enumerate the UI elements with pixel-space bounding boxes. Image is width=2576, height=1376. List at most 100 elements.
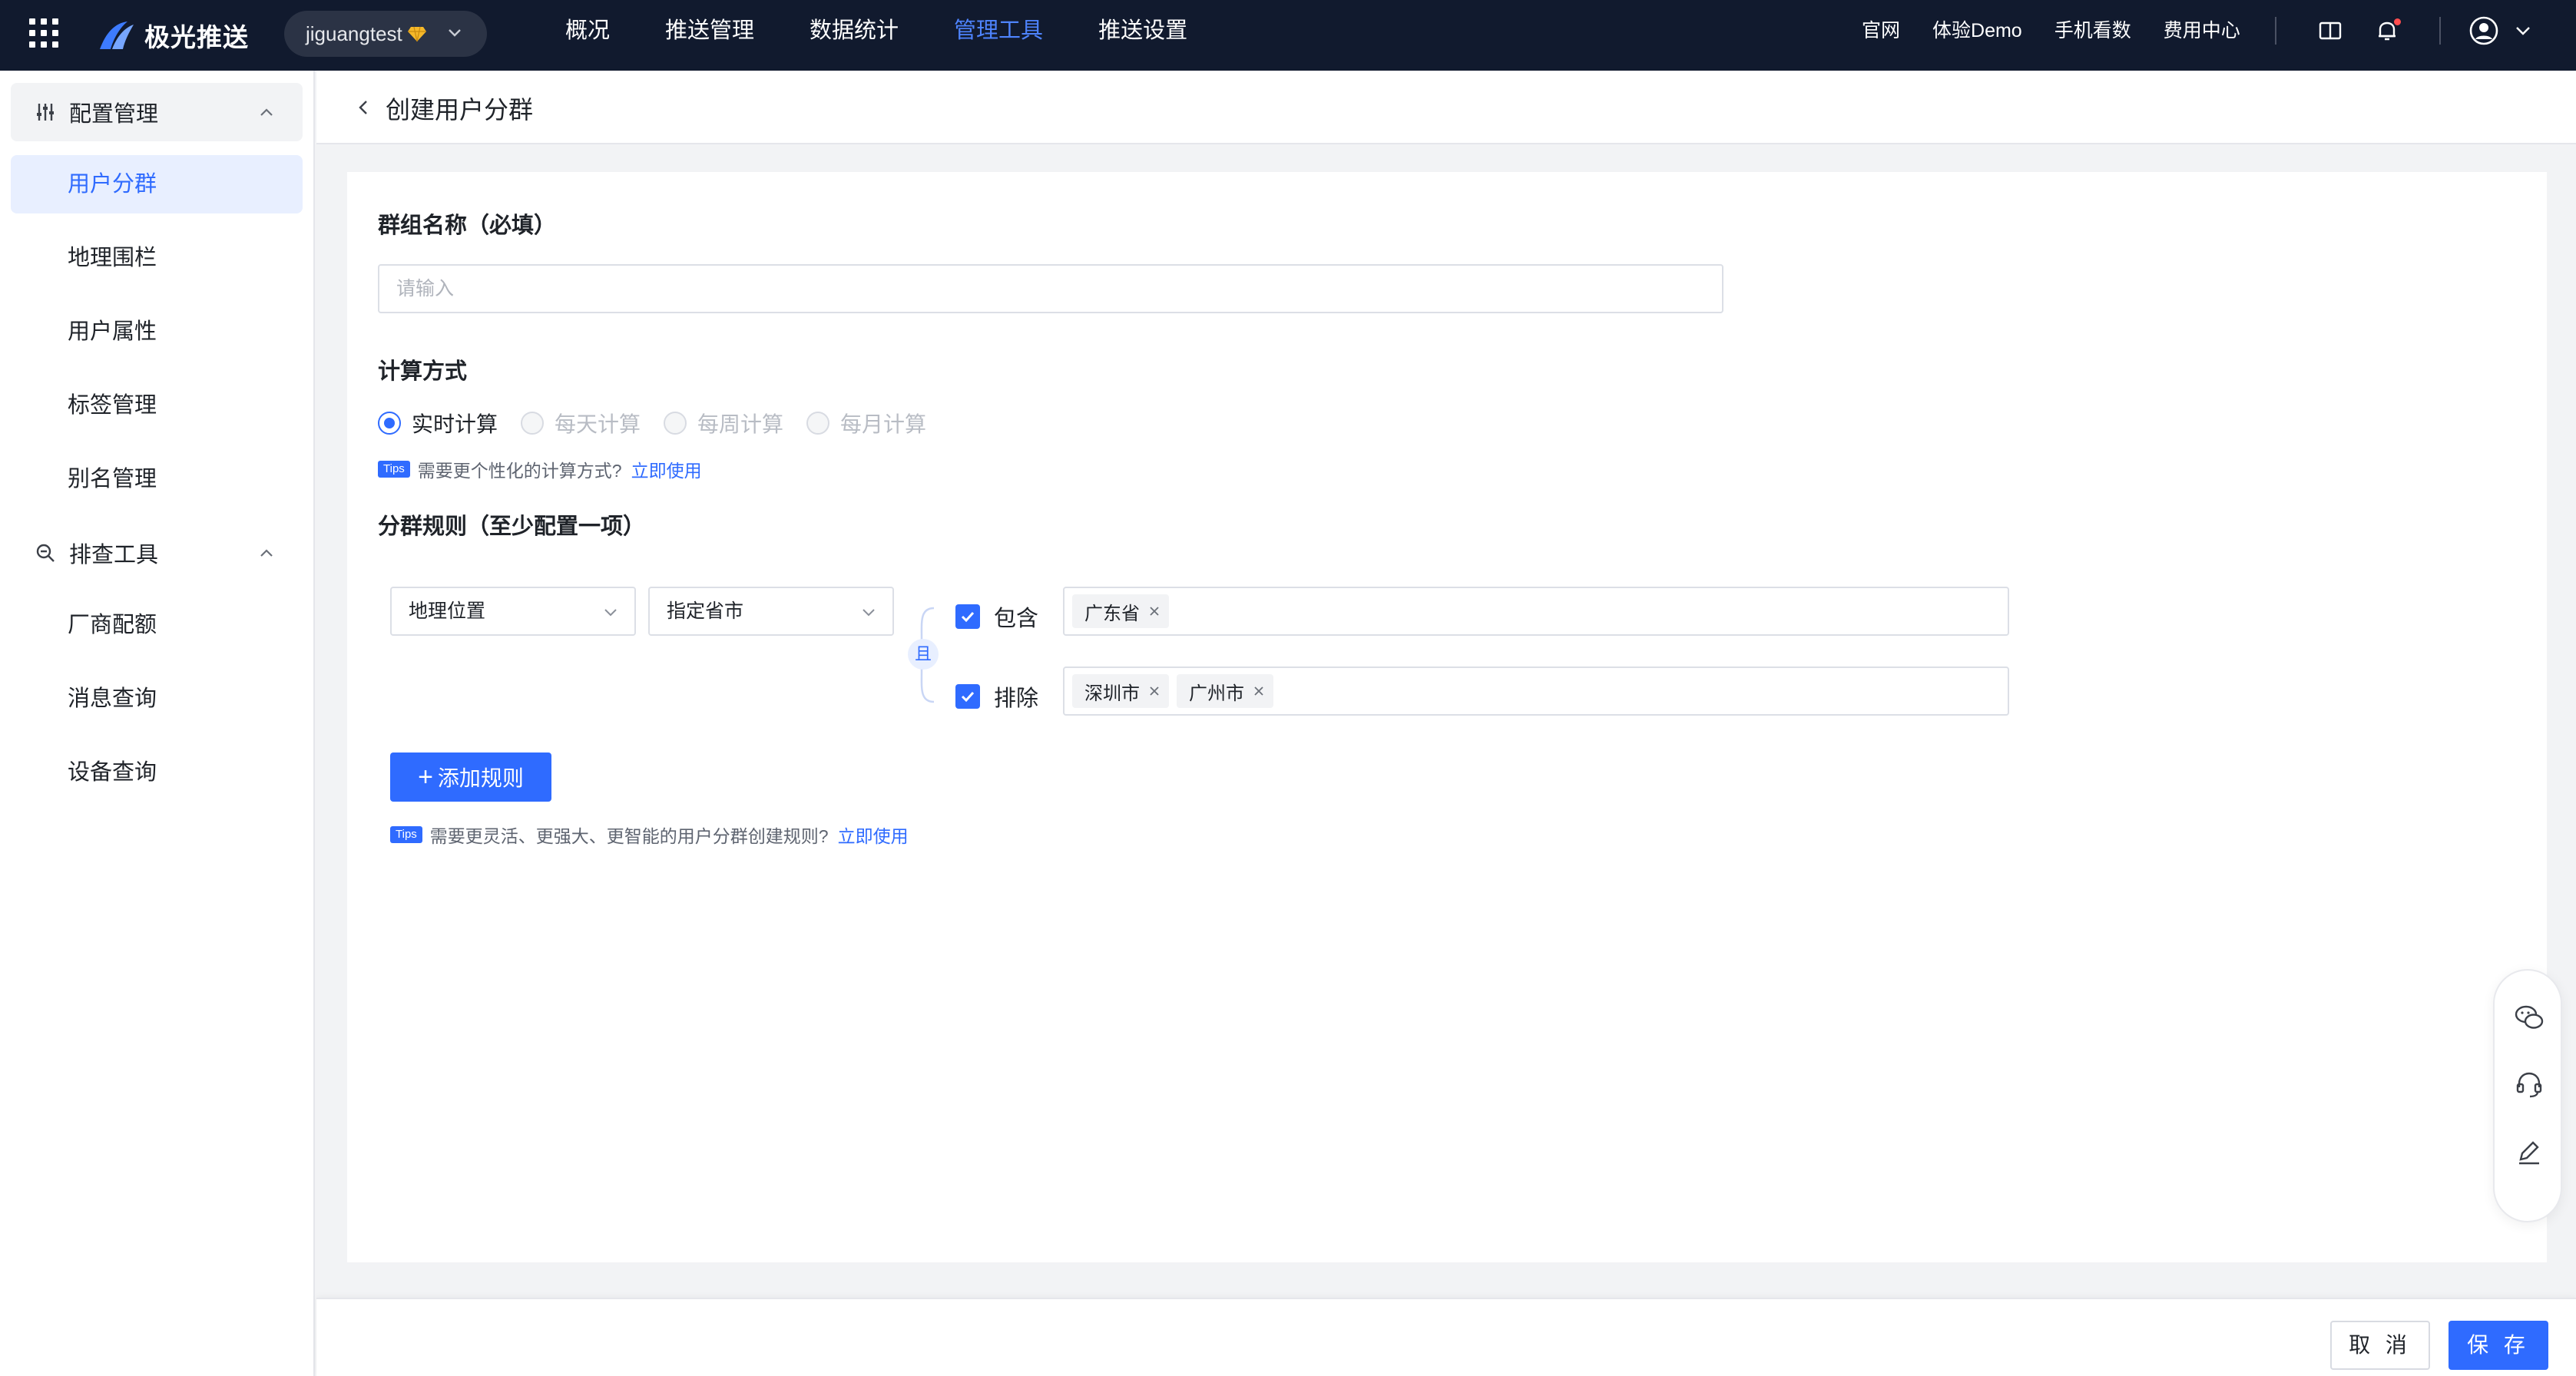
radio-realtime[interactable]: 实时计算 (378, 408, 498, 438)
app-selector[interactable]: jiguangtest (284, 11, 487, 57)
diamond-icon (407, 26, 426, 42)
calc-method-label: 计算方式 (378, 359, 468, 384)
rules-tip-link[interactable]: 立即使用 (838, 822, 909, 848)
plus-icon: + (418, 762, 433, 792)
radio-dot (378, 412, 401, 435)
chevron-down-icon (449, 29, 461, 37)
checkbox-checked (955, 684, 980, 709)
tag-guangdong: 广东省 (1072, 594, 1169, 628)
notification-dot (2394, 18, 2401, 25)
check-icon (961, 611, 975, 623)
radio-dot (806, 412, 830, 435)
nav-push-management[interactable]: 推送管理 (637, 0, 782, 71)
nav-management-tools[interactable]: 管理工具 (926, 0, 1071, 71)
radio-label: 每周计算 (697, 412, 784, 436)
close-icon[interactable] (1147, 684, 1161, 698)
brand-name: 极光推送 (144, 23, 249, 51)
calc-method-radio-group: 实时计算 每天计算 每周计算 每月计算 (378, 406, 949, 440)
sidebar-item-aliases[interactable]: 别名管理 (11, 450, 303, 508)
brand-logo[interactable]: 极光推送 (97, 14, 249, 57)
radio-label: 每月计算 (840, 412, 927, 436)
exclude-tag-input[interactable]: 深圳市 广州市 (1063, 666, 2009, 716)
rule-subfield-value: 指定省市 (667, 600, 744, 622)
exclude-label: 排除 (994, 686, 1039, 711)
group-name-label: 群组名称（必填） (378, 213, 557, 238)
radio-monthly[interactable]: 每月计算 (806, 408, 926, 438)
calc-tip: Tips 需要更个性化的计算方式? 立即使用 (378, 456, 702, 482)
chevron-down-icon (863, 609, 875, 617)
radio-dot (664, 412, 687, 435)
link-mobile-view[interactable]: 手机看数 (2055, 0, 2131, 71)
book-icon[interactable] (2316, 17, 2344, 45)
sidebar-item-user-segments[interactable]: 用户分群 (11, 155, 303, 213)
sidebar-item-user-attributes[interactable]: 用户属性 (11, 303, 303, 361)
checkbox-checked (955, 604, 980, 629)
radio-label: 每天计算 (555, 412, 641, 436)
radio-weekly[interactable]: 每周计算 (664, 408, 783, 438)
sidebar-item-vendor-quota[interactable]: 厂商配额 (11, 596, 303, 654)
and-operator[interactable]: 且 (908, 639, 939, 670)
close-icon[interactable] (1147, 604, 1161, 618)
radio-label: 实时计算 (412, 412, 498, 436)
floating-tools (2493, 969, 2562, 1222)
aurora-logo-icon (100, 22, 134, 49)
add-rule-label: 添加规则 (437, 766, 524, 790)
radio-dot (521, 412, 545, 435)
tips-badge: Tips (390, 826, 422, 843)
rule-field-value: 地理位置 (409, 600, 486, 622)
sidebar: 配置管理 用户分群 地理围栏 用户属性 标签管理 别名管理 排查工具 厂商配额 … (0, 71, 315, 1376)
close-icon[interactable] (1252, 684, 1266, 698)
app-name: jiguangtest (306, 22, 402, 45)
segment-rules-label: 分群规则（至少配置一项） (378, 514, 646, 539)
apps-grid-icon[interactable] (29, 18, 58, 48)
chevron-up-icon (260, 108, 273, 116)
form-card: 群组名称（必填） 计算方式 实时计算 每天计算 每周计算 每月计算 Tips 需… (347, 172, 2547, 1262)
cancel-button[interactable]: 取 消 (2330, 1321, 2430, 1370)
nav-push-settings[interactable]: 推送设置 (1071, 0, 1215, 71)
divider (2275, 17, 2276, 45)
sidebar-item-message-query[interactable]: 消息查询 (11, 670, 303, 728)
sidebar-item-geofence[interactable]: 地理围栏 (11, 229, 303, 287)
search-zoom-icon (36, 544, 55, 562)
group-name-input[interactable] (378, 264, 1723, 313)
calc-tip-link[interactable]: 立即使用 (631, 456, 702, 482)
tag-label: 广东省 (1084, 603, 1140, 624)
edit-feedback-icon[interactable] (2513, 1136, 2545, 1169)
rule-field-select[interactable]: 地理位置 (390, 587, 636, 636)
chevron-down-icon[interactable] (2513, 21, 2533, 41)
radio-daily[interactable]: 每天计算 (521, 408, 641, 438)
main-nav: 概况 推送管理 数据统计 管理工具 推送设置 (538, 0, 1215, 71)
tag-shenzhen: 深圳市 (1072, 674, 1169, 708)
wechat-icon[interactable] (2513, 1001, 2545, 1034)
exclude-checkbox[interactable]: 排除 (955, 680, 1038, 713)
sidebar-item-device-query[interactable]: 设备查询 (11, 743, 303, 802)
tag-guangzhou: 广州市 (1177, 674, 1273, 708)
link-official-site[interactable]: 官网 (1862, 0, 1900, 71)
rules-tip-text: 需要更灵活、更强大、更智能的用户分群创建规则? (429, 826, 829, 846)
sidebar-group-label: 排查工具 (69, 543, 159, 567)
include-tag-input[interactable]: 广东省 (1063, 587, 2009, 636)
sidebar-group-troubleshoot[interactable]: 排查工具 (11, 524, 303, 582)
chevron-down-icon (604, 609, 617, 617)
save-button[interactable]: 保 存 (2449, 1321, 2548, 1370)
back-chevron-icon[interactable] (353, 97, 375, 118)
tag-label: 广州市 (1189, 683, 1244, 704)
rule-subfield-select[interactable]: 指定省市 (648, 587, 894, 636)
sidebar-item-tags[interactable]: 标签管理 (11, 376, 303, 435)
top-links: 官网 体验Demo 手机看数 费用中心 (1862, 0, 2273, 71)
sidebar-group-label: 配置管理 (69, 102, 159, 127)
user-avatar-icon[interactable] (2468, 15, 2499, 46)
include-label: 包含 (994, 607, 1039, 631)
add-rule-button[interactable]: + 添加规则 (390, 752, 551, 802)
nav-statistics[interactable]: 数据统计 (782, 0, 926, 71)
include-checkbox[interactable]: 包含 (955, 600, 1038, 633)
link-billing[interactable]: 费用中心 (2164, 0, 2240, 71)
nav-overview[interactable]: 概况 (538, 0, 637, 71)
link-demo[interactable]: 体验Demo (1932, 0, 2022, 71)
divider (2439, 17, 2441, 45)
customer-service-icon[interactable] (2513, 1069, 2545, 1101)
calc-tip-text: 需要更个性化的计算方式? (417, 461, 622, 481)
page-title: 创建用户分群 (386, 96, 534, 124)
sidebar-group-config[interactable]: 配置管理 (11, 83, 303, 141)
check-icon (961, 691, 975, 703)
